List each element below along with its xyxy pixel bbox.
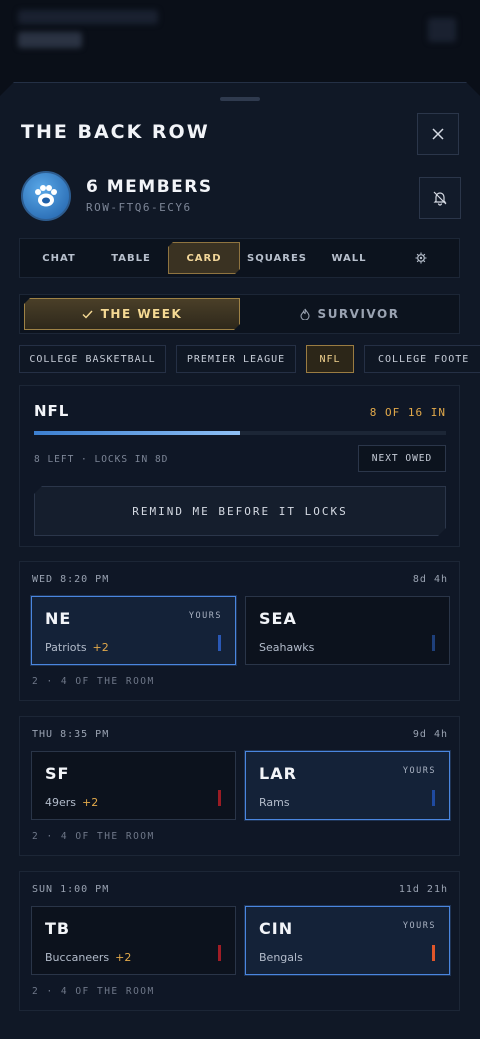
team-name: Buccaneers [45, 951, 110, 964]
yours-badge: YOURS [402, 766, 436, 776]
game-countdown: 11d 21h [398, 884, 448, 895]
team-name-line: Rams [259, 796, 290, 809]
bell-off-icon [433, 191, 447, 206]
team-spread: +2 [92, 641, 109, 654]
background-app-header [0, 0, 480, 90]
team-spread: +2 [115, 951, 132, 964]
game-countdown: 9d 4h [412, 729, 448, 740]
section-tabs: CHAT TABLE CARD SQUARES WALL [19, 238, 460, 278]
league-chip-nfl[interactable]: NFL [306, 345, 354, 373]
team-abbr: TB [45, 919, 71, 938]
survivor-label: SURVIVOR [317, 307, 400, 321]
team-abbr: CIN [259, 919, 294, 938]
group-code: ROW-FTQ6-ECY6 [86, 201, 192, 214]
room-picks-summary: 2 · 4 OF THE ROOM [32, 986, 155, 997]
tab-table[interactable]: TABLE [96, 242, 166, 274]
team-name-line: Bengals [259, 951, 303, 964]
team-name: Seahawks [259, 641, 315, 654]
game-card: THU 8:35 PM 9d 4h SF 49ers +2 LAR YOURS R… [19, 716, 460, 856]
team-abbr: LAR [259, 764, 297, 783]
yours-badge: YOURS [402, 921, 436, 931]
tab-wall[interactable]: WALL [314, 242, 384, 274]
team-abbr: NE [45, 609, 72, 628]
tab-settings[interactable] [386, 242, 456, 274]
team-pick-home[interactable]: LAR YOURS Rams [245, 751, 450, 820]
team-name: Patriots [45, 641, 87, 654]
team-name-line: Buccaneers +2 [45, 951, 131, 964]
league-chip-college-football[interactable]: COLLEGE FOOTE [364, 345, 480, 373]
game-countdown: 8d 4h [412, 574, 448, 585]
the-week-option[interactable]: THE WEEK [24, 298, 240, 330]
tab-squares[interactable]: SQUARES [242, 242, 312, 274]
team-abbr: SF [45, 764, 70, 783]
blurred-text [18, 10, 158, 24]
team-pick-home[interactable]: SEA Seahawks [245, 596, 450, 665]
yours-badge: YOURS [188, 611, 222, 621]
members-count: 6 MEMBERS [86, 177, 213, 197]
team-color-bar [432, 635, 435, 651]
league-summary-card: NFL 8 OF 16 IN 8 LEFT · LOCKS IN 8D NEXT… [19, 385, 460, 547]
blurred-icon [428, 18, 456, 42]
team-name: Bengals [259, 951, 303, 964]
flame-icon [299, 308, 310, 320]
group-sheet: THE BACK ROW 6 MEMBERS ROW-FTQ6-ECY6 CHA… [0, 82, 480, 1039]
team-pick-home[interactable]: CIN YOURS Bengals [245, 906, 450, 975]
team-name-line: Seahawks [259, 641, 314, 654]
room-picks-summary: 2 · 4 OF THE ROOM [32, 831, 155, 842]
team-pick-away[interactable]: NE YOURS Patriots +2 [31, 596, 236, 665]
mode-segmented-control: THE WEEK SURVIVOR [19, 294, 460, 334]
team-pick-away[interactable]: SF 49ers +2 [31, 751, 236, 820]
tab-chat[interactable]: CHAT [24, 242, 94, 274]
league-chip-premier-league[interactable]: PREMIER LEAGUE [176, 345, 296, 373]
remind-me-button[interactable]: REMIND ME BEFORE IT LOCKS [34, 486, 446, 536]
picks-progress-fill [34, 431, 240, 435]
team-name-line: Patriots +2 [45, 641, 109, 654]
sheet-grabber[interactable] [220, 97, 260, 101]
picks-in-count: 8 OF 16 IN [369, 406, 446, 419]
game-time: WED 8:20 PM [32, 574, 110, 585]
close-button[interactable] [417, 113, 459, 155]
avatar [21, 171, 71, 221]
summary-league-title: NFL [34, 402, 70, 420]
the-week-label: THE WEEK [100, 307, 183, 321]
paw-icon [35, 185, 57, 207]
team-color-bar [218, 790, 221, 806]
team-color-bar [432, 945, 435, 961]
mute-notifications-button[interactable] [419, 177, 461, 219]
team-name-line: 49ers +2 [45, 796, 98, 809]
group-title: THE BACK ROW [21, 121, 210, 143]
team-color-bar [218, 635, 221, 651]
team-name: Rams [259, 796, 290, 809]
room-picks-summary: 2 · 4 OF THE ROOM [32, 676, 155, 687]
tab-card[interactable]: CARD [168, 242, 240, 274]
picks-progress-bar [34, 431, 446, 435]
game-time: THU 8:35 PM [32, 729, 110, 740]
team-spread: +2 [82, 796, 99, 809]
game-time: SUN 1:00 PM [32, 884, 110, 895]
team-color-bar [432, 790, 435, 806]
team-pick-away[interactable]: TB Buccaneers +2 [31, 906, 236, 975]
game-card: WED 8:20 PM 8d 4h NE YOURS Patriots +2 SE… [19, 561, 460, 701]
league-filter: COLLEGE BASKETBALL PREMIER LEAGUE NFL CO… [19, 345, 480, 375]
blurred-text [18, 32, 82, 48]
summary-meta: 8 LEFT · LOCKS IN 8D [34, 454, 169, 465]
close-icon [432, 128, 444, 140]
team-name: 49ers [45, 796, 77, 809]
game-card: SUN 1:00 PM 11d 21h TB Buccaneers +2 CIN … [19, 871, 460, 1011]
gear-icon [415, 252, 427, 264]
survivor-option[interactable]: SURVIVOR [242, 298, 457, 330]
team-color-bar [218, 945, 221, 961]
league-chip-college-basketball[interactable]: COLLEGE BASKETBALL [19, 345, 166, 373]
team-abbr: SEA [259, 609, 297, 628]
check-icon [82, 310, 93, 319]
next-owed-button[interactable]: NEXT OWED [358, 445, 446, 472]
